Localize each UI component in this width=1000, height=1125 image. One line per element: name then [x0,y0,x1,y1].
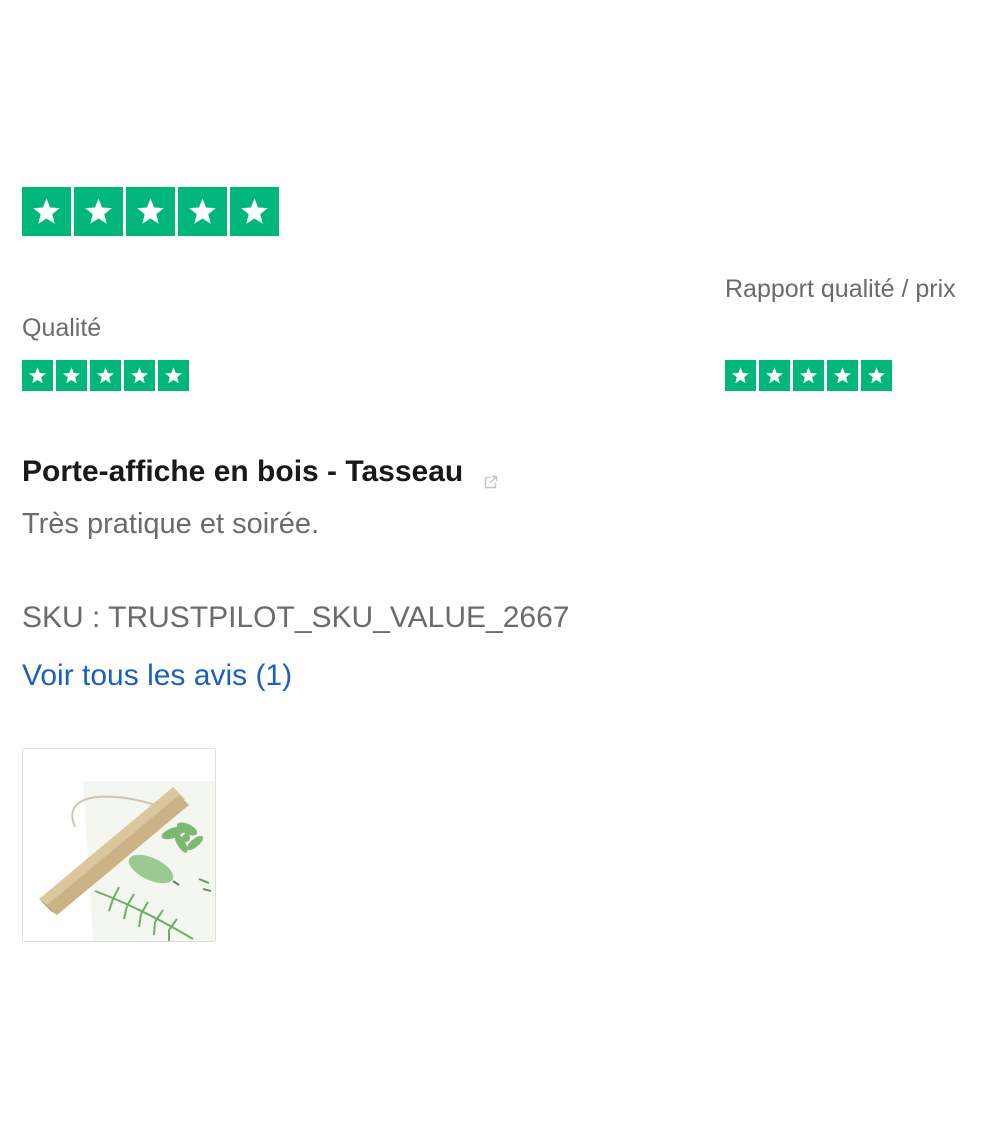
star-icon [158,360,189,391]
see-all-reviews-link[interactable]: Voir tous les avis (1) [22,659,292,693]
star-icon [126,187,175,236]
star-icon [230,187,279,236]
overall-rating-stars [22,187,279,236]
star-icon [74,187,123,236]
star-icon [22,187,71,236]
star-icon [124,360,155,391]
star-icon [90,360,121,391]
star-icon [861,360,892,391]
sku-text: SKU : TRUSTPILOT_SKU_VALUE_2667 [22,601,570,634]
value-rating-stars [725,360,892,391]
star-icon [56,360,87,391]
external-link-icon[interactable] [483,464,499,489]
product-title: Porte-affiche en bois - Tasseau [22,455,464,488]
value-rating-label: Rapport qualité / prix [725,275,956,303]
star-icon [22,360,53,391]
star-icon [759,360,790,391]
star-icon [827,360,858,391]
product-image [23,749,215,941]
product-title-link[interactable]: Porte-affiche en bois - Tasseau [22,455,499,489]
star-icon [725,360,756,391]
star-icon [793,360,824,391]
product-thumbnail[interactable] [22,748,216,942]
review-text: Très pratique et soirée. [22,508,320,540]
star-icon [178,187,227,236]
quality-rating-stars [22,360,189,391]
quality-rating-label: Qualité [22,314,102,342]
